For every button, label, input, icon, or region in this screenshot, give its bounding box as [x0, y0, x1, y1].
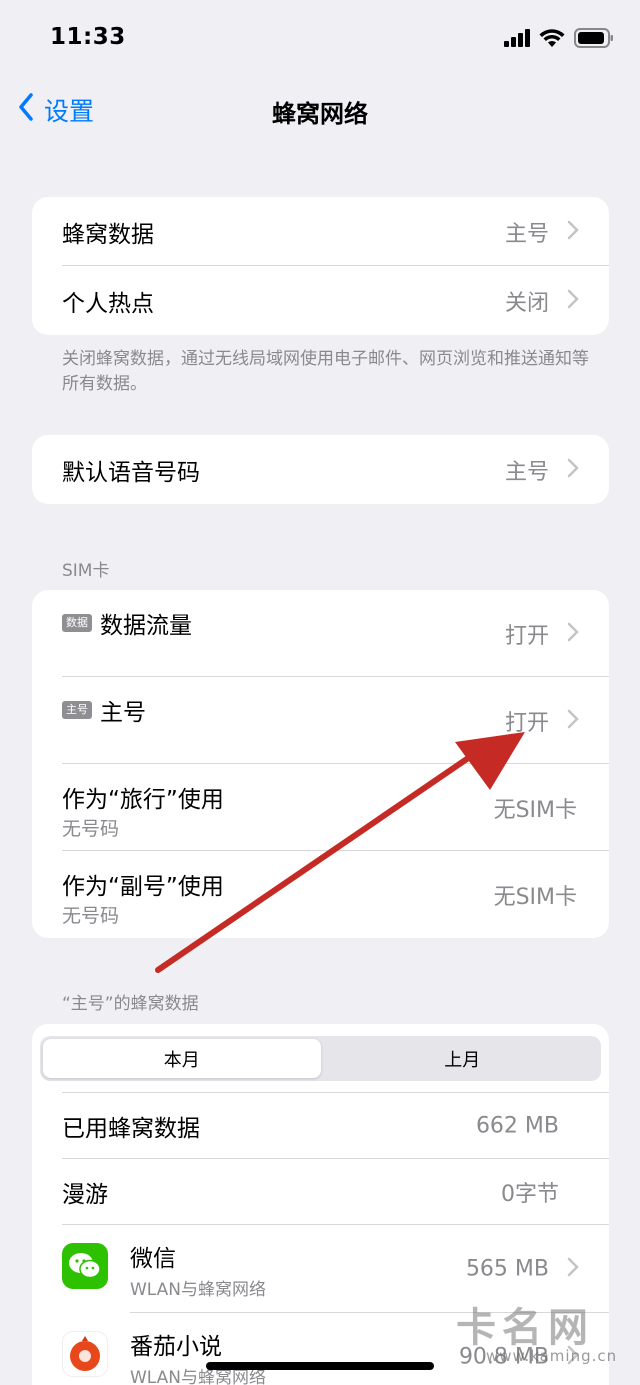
battery-icon [574, 28, 614, 52]
watermark-url: www.kaming.cn [486, 1347, 618, 1365]
usage-section-header: “主号”的蜂窝数据 [62, 994, 199, 1014]
sim-sub: 无号码 [62, 818, 120, 840]
chevron-right-icon [567, 289, 579, 313]
cellular-settings-group: 蜂窝数据 主号 个人热点 关闭 [32, 197, 609, 335]
sim-row-main: 主号 主号 [62, 693, 146, 727]
app-name: 微信 [130, 1246, 176, 1272]
personal-hotspot-row[interactable]: 个人热点 关闭 [32, 266, 609, 335]
sim-group: 数据 数据流量 打开 主号 主号 打开 作为“旅行”使用 无号码 无SIM卡 作… [32, 590, 609, 938]
row-value: 关闭 [504, 290, 549, 316]
chevron-right-icon [567, 622, 579, 646]
default-voice-group: 默认语音号码 主号 [32, 435, 609, 504]
cellular-data-row[interactable]: 蜂窝数据 主号 [32, 197, 609, 266]
app-sub: WLAN与蜂窝网络 [130, 1280, 267, 1300]
row-label: 默认语音号码 [62, 459, 200, 486]
sim-label: 作为“旅行”使用 [62, 787, 224, 813]
row-value: 0字节 [501, 1182, 559, 1207]
row-label: 蜂窝数据 [62, 221, 154, 248]
app-name: 番茄小说 [130, 1334, 222, 1360]
navigation-bar: 设置 蜂窝网络 [0, 80, 640, 140]
row-label: 个人热点 [62, 290, 154, 317]
status-time: 11:33 [50, 24, 126, 50]
sim-section-header: SIM卡 [62, 561, 110, 581]
status-bar: 11:33 [0, 0, 640, 80]
row-label: 漫游 [62, 1182, 108, 1208]
sim-value: 无SIM卡 [493, 797, 577, 823]
row-value: 主号 [504, 459, 549, 485]
default-voice-line-row[interactable]: 默认语音号码 主号 [32, 435, 609, 504]
watermark-text: 卡名网 [456, 1305, 594, 1351]
sim-value: 打开 [504, 711, 549, 736]
sim-sub: 无号码 [62, 905, 120, 927]
sim-value: 打开 [504, 624, 549, 649]
row-label: 已用蜂窝数据 [62, 1116, 200, 1142]
cellular-data-footnote: 关闭蜂窝数据，通过无线局域网使用电子邮件、网页浏览和推送通知等所有数据。 [62, 349, 589, 394]
chevron-right-icon [567, 709, 579, 733]
sim-primary-row[interactable]: 主号 主号 打开 [32, 677, 609, 764]
sim-label: 主号 [100, 700, 146, 726]
status-icons [504, 28, 614, 52]
sim-row-main: 数据 数据流量 [62, 606, 192, 640]
app-usage: 565 MB [465, 1256, 549, 1282]
row-value: 662 MB [475, 1113, 559, 1139]
period-segment-wrapper: 本月 上月 [32, 1024, 609, 1093]
sim-label: 数据流量 [100, 613, 192, 639]
roaming-row: 漫游 0字节 [32, 1159, 609, 1225]
used-cellular-data-row: 已用蜂窝数据 662 MB [32, 1093, 609, 1159]
page-title: 蜂窝网络 [272, 100, 368, 128]
sim-value: 无SIM卡 [493, 884, 577, 910]
sim-label: 作为“副号”使用 [62, 874, 224, 900]
period-segmented-control: 本月 上月 [40, 1036, 601, 1081]
wifi-icon [539, 28, 565, 52]
cellular-signal-icon [504, 29, 530, 51]
use-as-secondary-row[interactable]: 作为“副号”使用 无号码 无SIM卡 [32, 851, 609, 938]
sim-data-row[interactable]: 数据 数据流量 打开 [32, 590, 609, 677]
row-value: 主号 [504, 221, 549, 247]
sim-badge: 数据 [62, 614, 92, 632]
wechat-icon [62, 1243, 108, 1289]
chevron-right-icon [567, 1257, 579, 1281]
segment-last-month[interactable]: 上月 [324, 1036, 602, 1081]
segment-this-month[interactable]: 本月 [43, 1039, 321, 1078]
use-as-travel-row[interactable]: 作为“旅行”使用 无号码 无SIM卡 [32, 764, 609, 851]
home-indicator[interactable] [206, 1362, 434, 1370]
sim-badge: 主号 [62, 701, 92, 719]
chevron-right-icon [567, 458, 579, 482]
fanqie-novel-icon [62, 1331, 108, 1377]
chevron-right-icon [567, 220, 579, 244]
